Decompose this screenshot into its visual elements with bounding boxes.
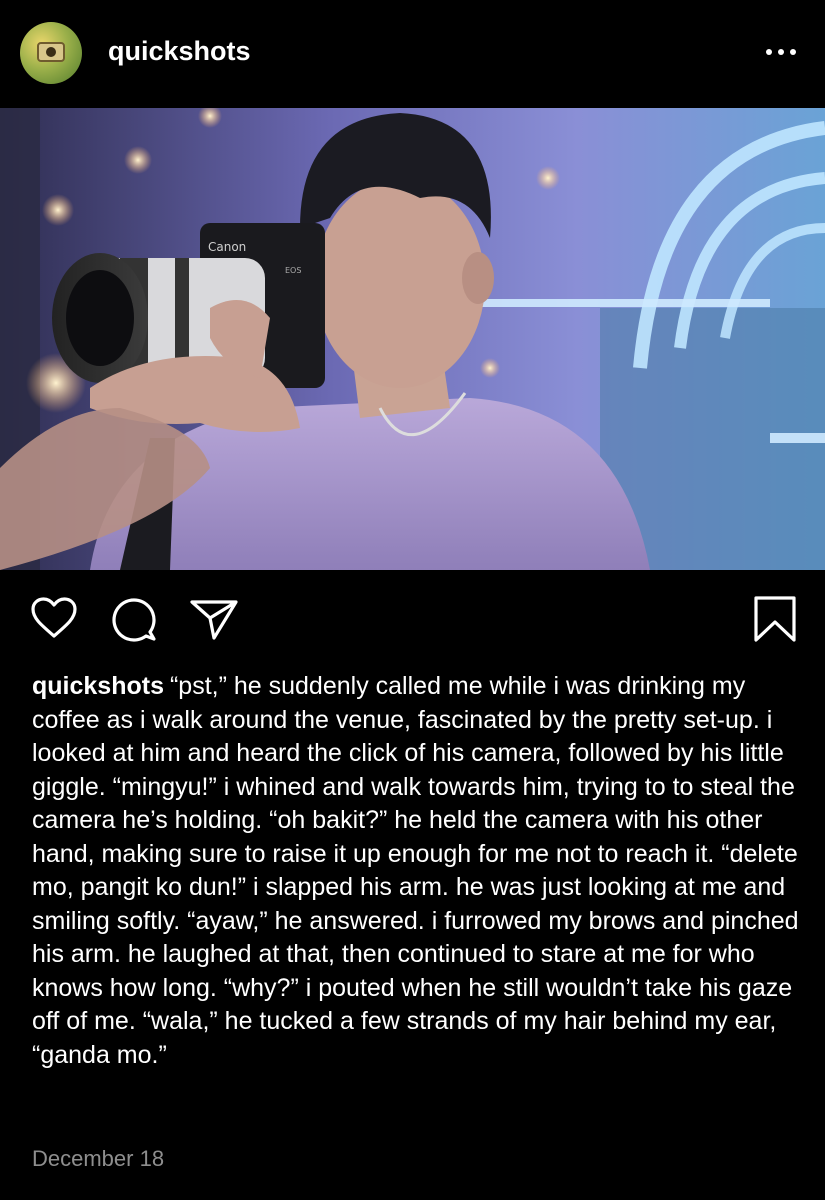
heart-icon[interactable] — [30, 596, 78, 640]
post-date: December 18 — [32, 1146, 165, 1171]
caption-text: “pst,” he suddenly called me while i was… — [32, 672, 799, 1069]
post-username[interactable]: quickshots — [108, 36, 251, 67]
post-header: quickshots — [0, 0, 825, 108]
paper-plane-icon[interactable] — [188, 596, 240, 642]
camera-avatar-icon — [37, 42, 65, 62]
post-actions — [0, 570, 825, 660]
bookmark-icon[interactable] — [752, 594, 798, 644]
post-photo[interactable]: Canon EOS — [0, 108, 825, 570]
post-caption: quickshots “pst,” he suddenly called me w… — [32, 670, 802, 1072]
photo-illustration: Canon EOS — [0, 108, 825, 570]
more-dots-icon[interactable] — [763, 40, 799, 64]
camera-model-text: EOS — [285, 266, 301, 275]
profile-avatar[interactable] — [20, 22, 82, 84]
caption-username[interactable]: quickshots — [32, 672, 164, 700]
camera-brand-text: Canon — [208, 240, 246, 254]
comment-bubble-icon[interactable] — [110, 596, 158, 642]
